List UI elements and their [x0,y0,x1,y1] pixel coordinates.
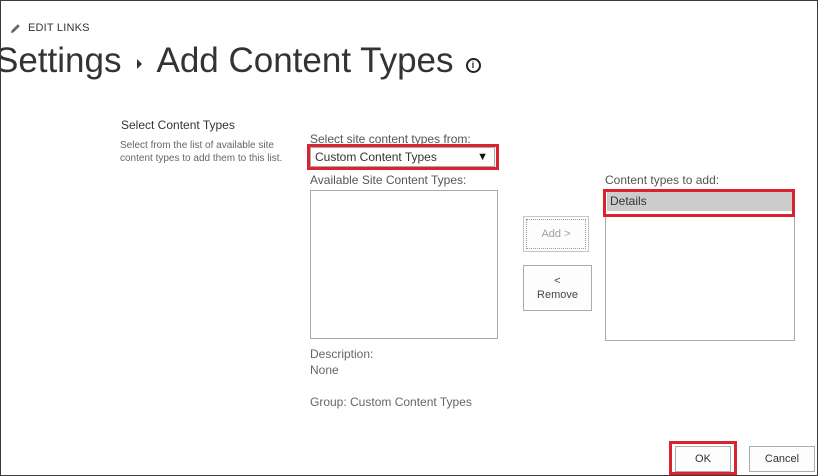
description-value: None [310,363,339,377]
types-to-add-label: Content types to add: [605,173,720,187]
breadcrumb-separator-icon [137,59,143,69]
page-title-text: Add Content Types [156,41,454,80]
breadcrumb-settings-link[interactable]: Settings [1,41,121,81]
cancel-button[interactable]: Cancel [749,446,815,472]
highlight-select-box [307,144,499,170]
focus-outline [526,219,586,249]
remove-arrow: < [554,275,561,287]
add-button[interactable]: Add > [523,216,589,252]
section-heading: Select Content Types [121,118,235,132]
cancel-button-label: Cancel [764,453,800,465]
available-types-label: Available Site Content Types: [310,173,467,187]
highlight-ok-button [669,441,737,475]
edit-links-label: EDIT LINKS [28,22,90,34]
remove-button-label: Remove [537,289,578,301]
edit-links-link[interactable]: EDIT LINKS [10,22,90,34]
section-description: Select from the list of available site c… [120,140,283,164]
description-label: Description: [310,347,374,361]
page-frame: EDIT LINKS Settings Add Content Types i … [0,0,818,476]
info-icon[interactable]: i [465,57,481,73]
available-types-listbox[interactable] [310,190,498,339]
remove-button[interactable]: < Remove [523,265,592,311]
pencil-icon [11,23,20,33]
highlight-selected-item [603,189,795,217]
page-title: Settings Add Content Types i [1,41,481,81]
group-text: Group: Custom Content Types [310,395,472,409]
info-glyph: i [471,59,475,70]
